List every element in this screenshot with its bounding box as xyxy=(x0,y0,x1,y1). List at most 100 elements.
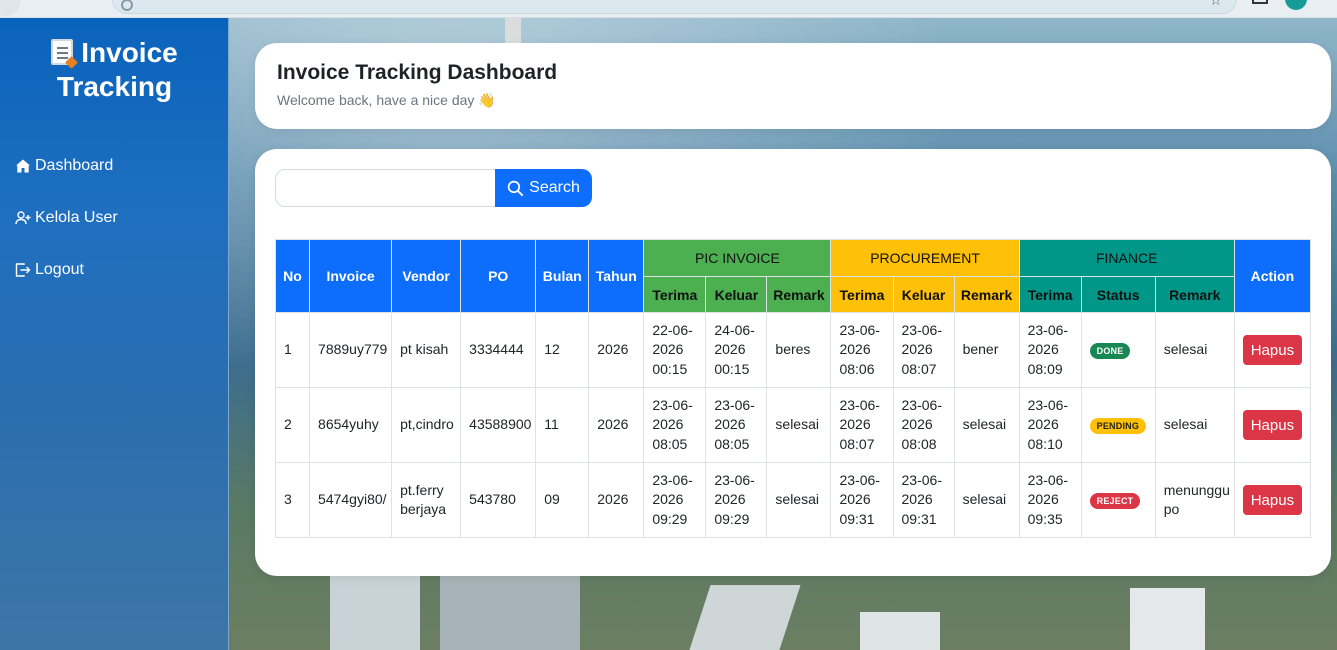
background-building xyxy=(860,612,940,650)
cell-fin-terima: 23-06-2026 09:35 xyxy=(1018,462,1082,538)
background-chimney xyxy=(505,18,521,46)
cell-proc-keluar: 23-06-2026 08:07 xyxy=(892,312,955,388)
browser-toolbar: ☆ xyxy=(0,0,1337,18)
delete-button[interactable]: Hapus xyxy=(1242,485,1302,515)
cell-vendor: pt kisah xyxy=(391,312,462,388)
cell-proc-remark: selesai xyxy=(953,462,1020,538)
page-subtitle: Welcome back, have a nice day 👋 xyxy=(277,92,496,108)
cell-proc-remark: selesai xyxy=(953,387,1020,463)
cell-po: 43588900 xyxy=(460,387,537,463)
brand-line1: Invoice xyxy=(81,37,178,68)
cell-pic-remark: selesai xyxy=(766,462,832,538)
table-row: 3 5474gyi80/ pt.ferry berjaya 543780 09 … xyxy=(274,462,1312,538)
col-header-po: PO xyxy=(460,239,537,313)
delete-button[interactable]: Hapus xyxy=(1242,335,1302,365)
sidebar-item-dashboard[interactable]: Dashboard xyxy=(15,154,113,178)
cell-pic-terima: 22-06-2026 00:15 xyxy=(643,312,707,388)
address-bar[interactable]: ☆ xyxy=(112,0,1237,14)
col-header-invoice: Invoice xyxy=(309,239,393,313)
table-row: 1 7889uy779 pt kisah 3334444 12 2026 22-… xyxy=(274,312,1312,388)
status-badge: PENDING xyxy=(1089,418,1147,435)
col-header-proc-terima: Terima xyxy=(830,276,894,313)
cell-pic-terima: 23-06-2026 08:05 xyxy=(643,387,707,463)
group-header-finance: FINANCE xyxy=(1018,239,1235,277)
background-building xyxy=(440,575,580,650)
sidebar-item-label: Dashboard xyxy=(35,157,114,174)
sidebar-item-label: Logout xyxy=(35,261,84,278)
cell-fin-remark: menunggu po xyxy=(1154,462,1235,538)
site-info-icon[interactable] xyxy=(121,0,133,11)
cell-proc-terima: 23-06-2026 08:07 xyxy=(830,387,894,463)
col-header-bulan: Bulan xyxy=(535,239,590,313)
cell-invoice: 7889uy779 xyxy=(309,312,393,388)
col-header-fin-remark: Remark xyxy=(1154,276,1235,313)
cell-vendor: pt.ferry berjaya xyxy=(391,462,462,538)
search-button-label: Search xyxy=(529,179,580,196)
cell-bulan: 12 xyxy=(535,312,590,388)
app-brand: Invoice Tracking xyxy=(0,36,229,104)
group-header-pic-invoice: PIC INVOICE xyxy=(643,239,832,277)
cell-action: Hapus xyxy=(1233,387,1312,463)
cell-po: 3334444 xyxy=(460,312,537,388)
cell-fin-status: REJECT xyxy=(1080,462,1156,538)
cell-pic-remark: selesai xyxy=(766,387,832,463)
page-title: Invoice Tracking Dashboard xyxy=(277,61,558,84)
col-header-fin-status: Status xyxy=(1080,276,1156,313)
col-header-pic-terima: Terima xyxy=(643,276,707,313)
brand-line2: Tracking xyxy=(56,71,173,102)
browser-back-button[interactable] xyxy=(0,0,20,16)
main-card: Search No Invoice Vendor PO Bulan Tahun … xyxy=(255,149,1331,576)
cell-proc-terima: 23-06-2026 08:06 xyxy=(830,312,894,388)
col-header-action: Action xyxy=(1233,239,1312,313)
cell-tahun: 2026 xyxy=(588,462,645,538)
cell-pic-remark: beres xyxy=(766,312,832,388)
sidebar: Invoice Tracking Dashboard Kelola User L… xyxy=(0,18,229,650)
extensions-icon[interactable] xyxy=(1252,0,1268,4)
sidebar-item-label: Kelola User xyxy=(35,209,118,226)
profile-avatar[interactable] xyxy=(1285,0,1307,10)
header-card: Invoice Tracking Dashboard Welcome back,… xyxy=(255,43,1331,129)
search-button[interactable]: Search xyxy=(495,169,592,207)
col-header-fin-terima: Terima xyxy=(1018,276,1082,313)
cell-no: 2 xyxy=(274,387,311,463)
cell-no: 1 xyxy=(274,312,311,388)
invoice-document-icon xyxy=(51,39,74,65)
sidebar-item-logout[interactable]: Logout xyxy=(15,258,84,282)
col-header-proc-keluar: Keluar xyxy=(892,276,955,313)
col-header-vendor: Vendor xyxy=(391,239,462,313)
cell-pic-terima: 23-06-2026 09:29 xyxy=(643,462,707,538)
cell-pic-keluar: 23-06-2026 09:29 xyxy=(705,462,768,538)
cell-fin-status: PENDING xyxy=(1080,387,1156,463)
cell-pic-keluar: 24-06-2026 00:15 xyxy=(705,312,768,388)
cell-fin-terima: 23-06-2026 08:09 xyxy=(1018,312,1082,388)
cell-invoice: 8654yuhy xyxy=(309,387,393,463)
bookmark-star-icon[interactable]: ☆ xyxy=(1209,0,1222,7)
cell-fin-remark: selesai xyxy=(1154,312,1235,388)
col-header-no: No xyxy=(274,239,311,313)
cell-fin-remark: selesai xyxy=(1154,387,1235,463)
col-header-pic-remark: Remark xyxy=(766,276,832,313)
sidebar-item-kelola-user[interactable]: Kelola User xyxy=(15,206,118,230)
search-input[interactable] xyxy=(275,169,497,207)
table-row: 2 8654yuhy pt,cindro 43588900 11 2026 23… xyxy=(274,387,1312,463)
cell-bulan: 09 xyxy=(535,462,590,538)
cell-action: Hapus xyxy=(1233,312,1312,388)
status-badge: REJECT xyxy=(1089,493,1141,510)
user-plus-icon xyxy=(15,211,31,225)
cell-tahun: 2026 xyxy=(588,387,645,463)
status-badge: DONE xyxy=(1089,343,1131,360)
cell-proc-remark: bener xyxy=(953,312,1020,388)
cell-proc-terima: 23-06-2026 09:31 xyxy=(830,462,894,538)
cell-invoice: 5474gyi80/ xyxy=(309,462,393,538)
delete-button[interactable]: Hapus xyxy=(1242,410,1302,440)
cell-bulan: 11 xyxy=(535,387,590,463)
logout-icon xyxy=(15,263,31,277)
background-building xyxy=(1130,588,1205,650)
cell-proc-keluar: 23-06-2026 09:31 xyxy=(892,462,955,538)
home-icon xyxy=(16,159,30,173)
cell-vendor: pt,cindro xyxy=(391,387,462,463)
search-icon xyxy=(507,180,524,196)
group-header-procurement: PROCUREMENT xyxy=(830,239,1020,277)
background-building xyxy=(330,575,420,650)
col-header-pic-keluar: Keluar xyxy=(705,276,768,313)
